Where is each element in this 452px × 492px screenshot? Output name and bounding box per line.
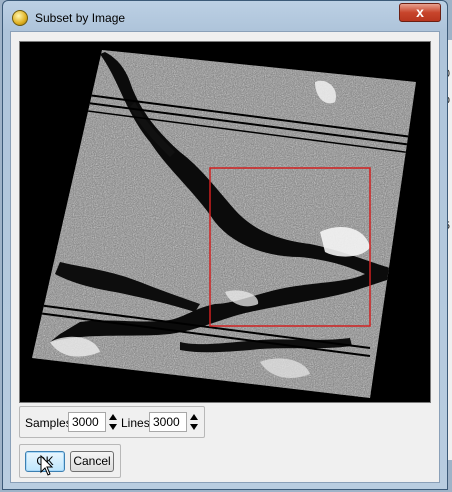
dialog-client-area: Samples Lines OK Cancel [10,31,440,483]
lines-spinner[interactable] [188,412,200,432]
spin-up-icon[interactable] [188,412,200,422]
spin-down-icon[interactable] [107,422,119,432]
lines-input[interactable] [149,412,187,432]
mouse-pointer-icon [40,455,54,476]
window-title: Subset by Image [35,11,126,25]
samples-input[interactable] [68,412,106,432]
subset-size-controls: Samples Lines [19,406,205,438]
dialog-buttons: OK Cancel [19,444,121,478]
samples-label: Samples [25,416,72,430]
close-button[interactable]: x [399,3,441,22]
app-globe-icon [12,10,28,26]
subset-by-image-dialog: Subset by Image x Samples 3000 Lines 300… [2,0,448,490]
spin-down-icon[interactable] [188,422,200,432]
image-preview[interactable] [19,41,431,403]
satellite-image [20,42,430,402]
title-bar[interactable]: Subset by Image x [3,1,447,35]
lines-label: Lines [121,416,150,430]
samples-spinner[interactable] [107,412,119,432]
spin-up-icon[interactable] [107,412,119,422]
cancel-button[interactable]: Cancel [70,451,114,472]
